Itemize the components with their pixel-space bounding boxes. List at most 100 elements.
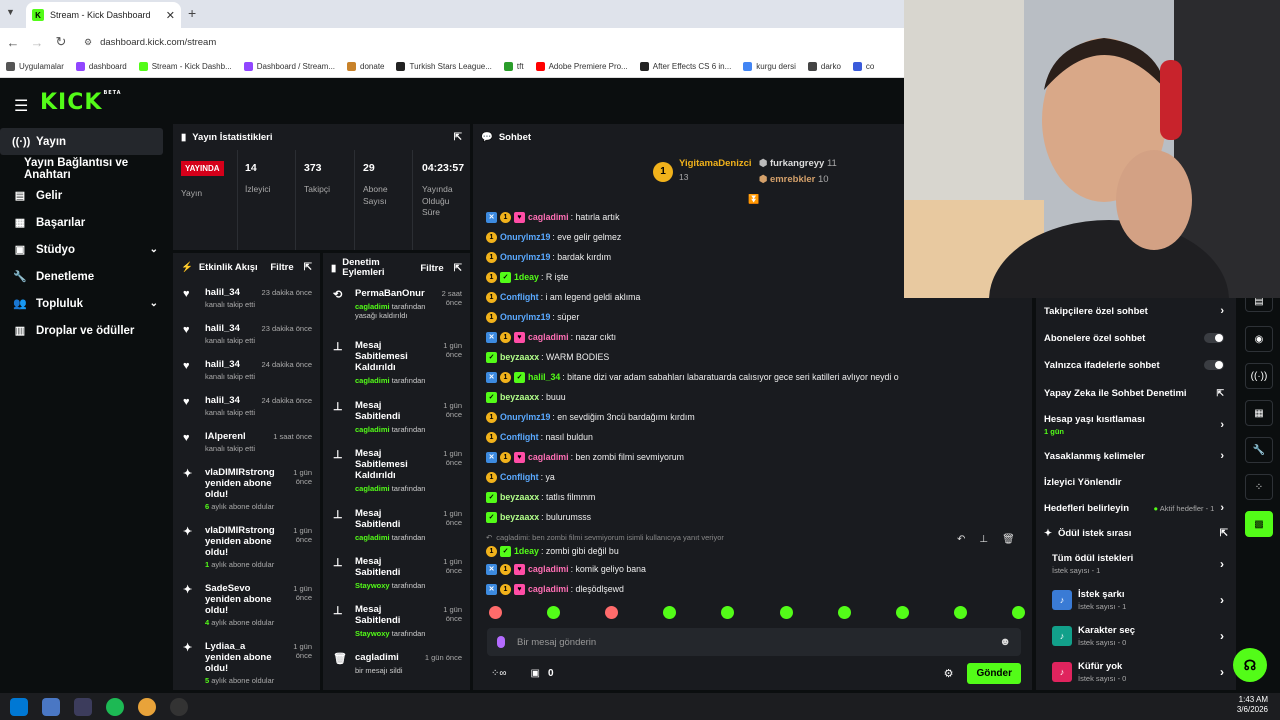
bookmark-item[interactable]: Adobe Premiere Pro...	[535, 62, 628, 71]
emote-icon[interactable]	[489, 606, 502, 619]
bookmark-item[interactable]: kurgu dersi	[743, 62, 796, 71]
chat-username[interactable]: Onurylmz19	[500, 412, 550, 422]
sidebar-item[interactable]: ((·)) Yayın	[0, 128, 163, 155]
send-button[interactable]: Gönder	[967, 662, 1021, 684]
bookmark-item[interactable]: Uygulamalar	[6, 62, 64, 71]
popout-icon[interactable]: ⇱	[1220, 528, 1228, 539]
leader-1-name[interactable]: YigitamaDenizci	[679, 158, 752, 169]
app-icon[interactable]	[74, 697, 92, 716]
emote-icon[interactable]	[953, 606, 967, 619]
chat-username[interactable]: beyzaaxx	[500, 352, 539, 362]
reward-item[interactable]: Tüm ödül istekleri İstek sayısı - 1 ›	[1036, 546, 1236, 582]
leader-2-name[interactable]: ⬢ furkangreyy 11	[759, 158, 837, 169]
channel-points-icon[interactable]: ⁘∞	[491, 668, 507, 679]
chat-username[interactable]: cagladimi	[528, 332, 569, 342]
chat-bubble-icon[interactable]: ◉	[1245, 326, 1273, 352]
windows-start-icon[interactable]	[10, 697, 28, 716]
emoji-icon[interactable]: ☻	[999, 636, 1011, 648]
url-field[interactable]: ⚙ dashboard.kick.com/stream	[84, 37, 216, 48]
chat-username[interactable]: cagladimi	[528, 584, 569, 594]
site-info-icon[interactable]: ⚙	[84, 37, 92, 48]
chat-message[interactable]: ✕ 1 ♥ cagladimi: nazar cıktı	[486, 327, 1026, 347]
bookmark-item[interactable]: Turkish Stars League...	[396, 62, 492, 71]
browser-tab[interactable]: K Stream - Kick Dashboard ✕	[26, 2, 181, 28]
chat-message[interactable]: 1 Conflight: nasıl buldun	[486, 427, 1026, 447]
reward-item[interactable]: ♪ İstek şarkı İstek sayısı - 1 ›	[1036, 582, 1236, 618]
bookmark-item[interactable]: Dashboard / Stream...	[243, 62, 335, 71]
chat-setting-row[interactable]: Takipçilere özel sohbet ›	[1036, 298, 1236, 324]
chat-username[interactable]: Conflight	[500, 292, 539, 302]
sidebar-item[interactable]: Yayın Bağlantısı ve Anahtarı	[0, 155, 170, 182]
server-icon[interactable]: ▦	[1245, 400, 1273, 426]
bookmark-item[interactable]: tft	[503, 62, 524, 71]
menu-icon[interactable]: ☰	[14, 96, 28, 116]
chat-username[interactable]: beyzaaxx	[500, 392, 539, 402]
chat-setting-row[interactable]: Yasaklanmış kelimeler ›	[1036, 442, 1236, 470]
reload-icon[interactable]: ↻	[50, 34, 72, 50]
chat-message[interactable]: ✕ 1 ♥ cagladimi: ben zombi filmi sevmiyorum	[486, 447, 1026, 467]
sidebar-item[interactable]: ▥ Droplar ve ödüller	[0, 317, 170, 344]
reply-icon[interactable]: ↶	[957, 534, 965, 545]
emote-icon[interactable]	[837, 606, 851, 619]
chat-username[interactable]: Conflight	[500, 432, 539, 442]
bookmark-item[interactable]: co	[852, 62, 874, 71]
reward-item[interactable]: ♪ Küfür yok İstek sayısı - 0 ›	[1036, 654, 1236, 690]
chat-setting-row[interactable]: İzleyici Yönlendir	[1036, 470, 1236, 494]
chat-username[interactable]: Onurylmz19	[500, 312, 550, 322]
chat-message[interactable]: 1 Conflight: ya	[486, 467, 1026, 487]
scroll-down-icon[interactable]: ⏬	[748, 194, 759, 205]
close-tab-icon[interactable]: ✕	[166, 9, 175, 22]
system-clock[interactable]: 1:43 AM 3/6/2026	[1237, 695, 1268, 716]
chat-setting-row[interactable]: Yalnızca ifadelerle sohbet	[1036, 352, 1236, 378]
sidebar-item[interactable]: ▦ Başarılar	[0, 209, 170, 236]
bookmark-item[interactable]: Stream - Kick Dashb...	[138, 62, 232, 71]
chat-message[interactable]: ✕ 1 ✓ halil_34: bitane dizi var adam sabahl…	[486, 367, 1026, 387]
chevron-down-icon[interactable]: ⌄	[150, 298, 158, 309]
delete-icon[interactable]: 🗑	[1002, 534, 1015, 545]
activity-filter-button[interactable]: Filtre	[270, 262, 293, 273]
chat-message[interactable]: ✕ 1 ♥ cagladimi: dleşödlşewd	[486, 579, 1026, 599]
reward-item[interactable]: ♪ Karakter seç İstek sayısı - 0 ›	[1036, 618, 1236, 654]
broadcast-icon[interactable]: ((·))	[1245, 363, 1273, 389]
chat-username[interactable]: cagladimi	[528, 452, 569, 462]
bookmark-item[interactable]: darko	[807, 62, 841, 71]
popout-icon[interactable]: ⇱	[304, 262, 312, 273]
obs-icon[interactable]	[170, 697, 188, 716]
chat-username[interactable]: Conflight	[500, 472, 539, 482]
gift-icon[interactable]: ▣	[531, 668, 540, 679]
bookmark-item[interactable]: dashboard	[75, 62, 127, 71]
chat-message[interactable]: ✓ beyzaaxx: WARM BODIES	[486, 347, 1026, 367]
chat-settings-icon[interactable]: ⚙	[944, 667, 954, 680]
bookmark-item[interactable]: donate	[347, 62, 384, 71]
popout-icon[interactable]: ⇱	[454, 132, 462, 143]
chat-username[interactable]: cagladimi	[528, 212, 569, 222]
chat-input[interactable]: Bir mesaj gönderin ☻	[487, 628, 1021, 656]
emote-icon[interactable]	[721, 606, 735, 619]
bookmark-item[interactable]: After Effects CS 6 in...	[639, 62, 731, 71]
sidebar-item[interactable]: 👥 Topluluk ⌄	[0, 290, 170, 317]
chat-username[interactable]: cagladimi	[528, 564, 569, 574]
emote-icon[interactable]	[547, 606, 561, 619]
chat-message[interactable]: ✓ beyzaaxx: tatlıs filmmm	[486, 487, 1026, 507]
chat-message[interactable]: 1 Onurylmz19: süper	[486, 307, 1026, 327]
chat-setting-row[interactable]: Hesap yaşı kısıtlaması 1 gün ›	[1036, 408, 1236, 442]
chat-message[interactable]: 1 Onurylmz19: en sevdiğim 3ncü bardağımı …	[486, 407, 1026, 427]
chat-username[interactable]: Onurylmz19	[500, 232, 550, 242]
emote-icon[interactable]	[1011, 606, 1025, 619]
share-icon[interactable]: ⁘	[1245, 474, 1273, 500]
toggle-switch[interactable]	[1204, 360, 1224, 370]
leader-3-name[interactable]: ⬢ emrebkler 10	[759, 174, 829, 185]
chat-message[interactable]: ✓ beyzaaxx: buuu	[486, 387, 1026, 407]
wrench-icon[interactable]: 🔧	[1245, 437, 1273, 463]
tab-search-icon[interactable]: ▼	[6, 7, 15, 17]
chat-message[interactable]: ✕ 1 ♥ cagladimi: komik geliyo bana	[486, 559, 1026, 579]
emote-icon[interactable]	[663, 606, 677, 619]
chat-username[interactable]: halil_34	[528, 372, 560, 382]
toggle-switch[interactable]	[1204, 333, 1224, 343]
emote-icon[interactable]	[605, 606, 619, 619]
chat-setting-row[interactable]: Yapay Zeka ile Sohbet Denetimi ⇱	[1036, 378, 1236, 408]
chat-username[interactable]: beyzaaxx	[500, 512, 539, 522]
chevron-down-icon[interactable]: ⌄	[150, 244, 158, 255]
chat-username[interactable]: 1deay	[514, 546, 539, 556]
clips-icon[interactable]: ▩	[1245, 511, 1273, 537]
